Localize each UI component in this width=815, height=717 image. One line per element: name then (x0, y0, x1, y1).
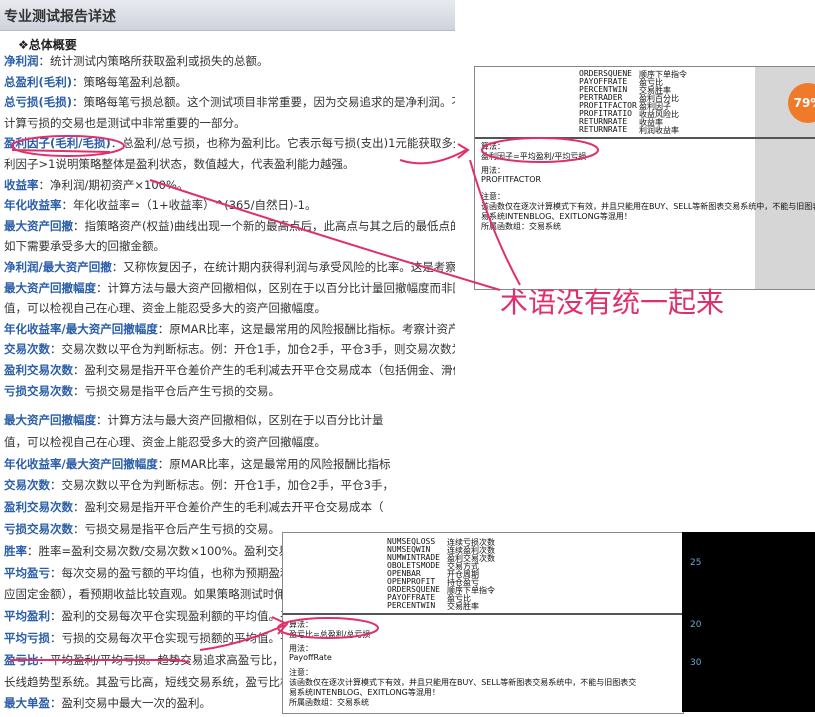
annotation-ink (10, 135, 599, 663)
circle-mark (277, 617, 379, 639)
arrow-line (399, 149, 467, 165)
circle-mark (481, 137, 599, 163)
pointer-line (149, 179, 501, 291)
pointer-line (469, 159, 521, 286)
arrow-line (199, 624, 286, 651)
circle-mark (11, 135, 125, 157)
underline (11, 149, 111, 153)
